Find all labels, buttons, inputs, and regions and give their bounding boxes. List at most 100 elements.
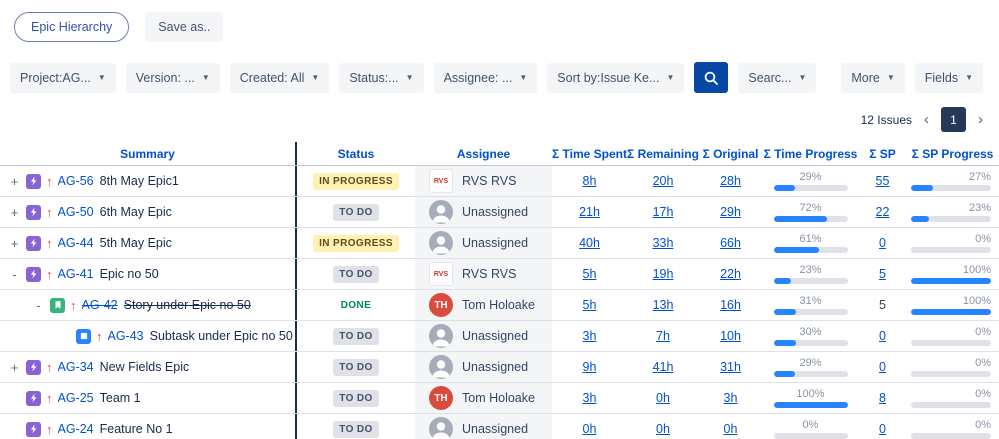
row-expander[interactable]: + [8,205,21,220]
issue-key-link[interactable]: AG-50 [58,205,94,219]
filter-dropdown[interactable]: Status:... [339,63,423,93]
issue-summary: 6th May Epic [100,205,172,219]
row-expander[interactable]: + [8,360,21,375]
story-points-link[interactable]: 0 [879,236,886,250]
time-spent-link[interactable]: 0h [583,422,597,436]
remaining-link[interactable]: 7h [656,329,670,343]
original-link[interactable]: 16h [720,298,741,312]
remaining-link[interactable]: 20h [653,174,674,188]
epic-icon [26,422,41,437]
filter-dropdown[interactable]: Created: All [230,63,330,93]
remaining-link[interactable]: 41h [653,360,674,374]
save-as-button[interactable]: Save as.. [145,12,223,42]
original-link[interactable]: 29h [720,205,741,219]
story-points-link[interactable]: 0 [879,360,886,374]
time-spent-link[interactable]: 5h [583,298,597,312]
issue-key-link[interactable]: AG-25 [58,391,94,405]
time-progress-label: 72 [799,203,821,214]
filter-dropdown[interactable]: Sort by:Issue Ke... [547,63,684,93]
header-original[interactable]: Σ Original [699,142,762,165]
original-link[interactable]: 0h [724,422,738,436]
original-cell: 28h [699,166,762,196]
remaining-cell: 13h [627,290,699,320]
filter-dropdown[interactable]: More [841,63,904,93]
status-badge: TO DO [333,266,378,283]
time-progress-label: 31 [799,296,821,307]
original-link[interactable]: 31h [720,360,741,374]
filter-dropdown[interactable]: Project:AG... [10,63,116,93]
original-cell: 3h [699,383,762,413]
issue-key-link[interactable]: AG-44 [58,236,94,250]
remaining-link[interactable]: 0h [656,422,670,436]
sp-progress-bar [911,433,991,439]
time-spent-link[interactable]: 21h [579,205,600,219]
story-points-link[interactable]: 55 [876,174,890,188]
story-points-link[interactable]: 22 [876,205,890,219]
issue-key-link[interactable]: AG-24 [58,422,94,436]
filter-dropdown[interactable]: Version: ... [126,63,220,93]
header-time-spent[interactable]: Σ Time Spent [552,142,627,165]
header-remaining[interactable]: Σ Remaining [627,142,699,165]
header-sp[interactable]: Σ SP [859,142,906,165]
header-summary[interactable]: Summary [0,142,297,165]
unassigned-avatar-icon [429,231,453,255]
current-page[interactable]: 1 [941,107,966,132]
epic-hierarchy-page: Epic Hierarchy Save as.. Project:AG... V… [0,0,999,439]
time-spent-link[interactable]: 3h [583,329,597,343]
row-expander[interactable]: + [8,174,21,189]
issue-summary: Epic no 50 [100,267,159,281]
original-link[interactable]: 66h [720,236,741,250]
status-cell: TO DO [297,352,415,382]
story-points-link[interactable]: 8 [879,391,886,405]
remaining-link[interactable]: 33h [653,236,674,250]
issue-key-link[interactable]: AG-42 [82,298,118,312]
time-progress-cell: 29 [762,352,859,382]
story-points-link[interactable]: 5 [879,298,886,312]
header-time-progress[interactable]: Σ Time Progress [762,142,859,165]
time-spent-link[interactable]: 8h [583,174,597,188]
issue-key-link[interactable]: AG-43 [108,329,144,343]
original-cell: 29h [699,197,762,227]
story-points-link[interactable]: 5 [879,267,886,281]
assignee-cell: Unassigned [415,197,552,227]
issue-key-link[interactable]: AG-41 [58,267,94,281]
remaining-link[interactable]: 19h [653,267,674,281]
assignee-cell: Unassigned [415,321,552,351]
saved-search-dropdown[interactable]: Searc... [738,63,816,93]
remaining-link[interactable]: 17h [653,205,674,219]
time-spent-link[interactable]: 3h [583,391,597,405]
story-points-link[interactable]: 0 [879,329,886,343]
header-status[interactable]: Status [297,142,415,165]
time-spent-link[interactable]: 5h [583,267,597,281]
filter-dropdown[interactable]: Fields [915,63,983,93]
issue-key-link[interactable]: AG-34 [58,360,94,374]
next-page-icon[interactable]: › [978,112,983,127]
summary-cell: + AG-34 New Fields Epic [0,352,297,382]
time-spent-cell: 40h [552,228,627,258]
row-expander[interactable]: + [8,236,21,251]
search-button[interactable] [694,62,728,93]
table-row: + AG-34 New Fields Epic TO DO [0,352,999,383]
time-spent-link[interactable]: 9h [583,360,597,374]
original-link[interactable]: 3h [724,391,738,405]
epic-hierarchy-button[interactable]: Epic Hierarchy [14,12,129,42]
issue-key-link[interactable]: AG-56 [58,174,94,188]
row-expander[interactable]: - [32,298,45,313]
original-link[interactable]: 28h [720,174,741,188]
table-row: - AG-42 Story under Epic no 50 DONE [0,290,999,321]
time-spent-link[interactable]: 40h [579,236,600,250]
original-link[interactable]: 22h [720,267,741,281]
remaining-link[interactable]: 13h [653,298,674,312]
sp-cell: 0 [859,321,906,351]
original-link[interactable]: 10h [720,329,741,343]
story-points-link[interactable]: 0 [879,422,886,436]
header-sp-progress[interactable]: Σ SP Progress [906,142,999,165]
remaining-link[interactable]: 0h [656,391,670,405]
prev-page-icon[interactable]: ‹ [924,112,929,127]
search-icon [703,70,719,86]
header-assignee[interactable]: Assignee [415,142,552,165]
status-cell: DONE [297,290,415,320]
sp-progress-label: 0 [975,327,991,338]
row-expander[interactable]: - [8,267,21,282]
filter-dropdown[interactable]: Assignee: ... [434,63,538,93]
